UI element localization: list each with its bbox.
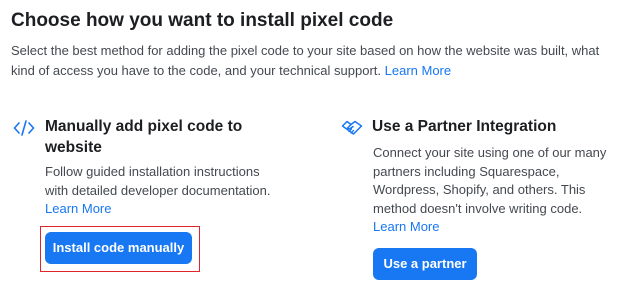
partner-option-header: Use a Partner Integration: [341, 116, 621, 138]
manual-learn-more-link[interactable]: Learn More: [45, 201, 111, 216]
partner-option-title: Use a Partner Integration: [372, 118, 557, 135]
handshake-icon: [341, 120, 363, 135]
pixel-install-page: Choose how you want to install pixel cod…: [0, 0, 630, 306]
manual-option-body: Follow guided installation instructions …: [45, 164, 271, 198]
page-title: Choose how you want to install pixel cod…: [11, 10, 394, 31]
code-icon: [13, 120, 35, 136]
manual-option-title: Manually add pixel code to website: [45, 118, 243, 156]
manual-option-header: Manually add pixel code to website: [13, 116, 303, 158]
manual-option-description: Follow guided installation instructions …: [45, 163, 285, 219]
partner-integration-option: Use a Partner Integration Connect your s…: [341, 116, 621, 237]
page-description: Select the best method for adding the pi…: [11, 41, 626, 81]
manual-install-option: Manually add pixel code to website Follo…: [13, 116, 303, 219]
partner-option-body: Connect your site using one of our many …: [373, 145, 607, 216]
learn-more-link[interactable]: Learn More: [385, 63, 451, 78]
description-text: Select the best method for adding the pi…: [11, 43, 600, 78]
partner-learn-more-link[interactable]: Learn More: [373, 219, 439, 234]
partner-option-description: Connect your site using one of our many …: [373, 144, 618, 237]
install-code-manually-button[interactable]: Install code manually: [45, 232, 192, 264]
use-a-partner-button[interactable]: Use a partner: [373, 248, 477, 280]
